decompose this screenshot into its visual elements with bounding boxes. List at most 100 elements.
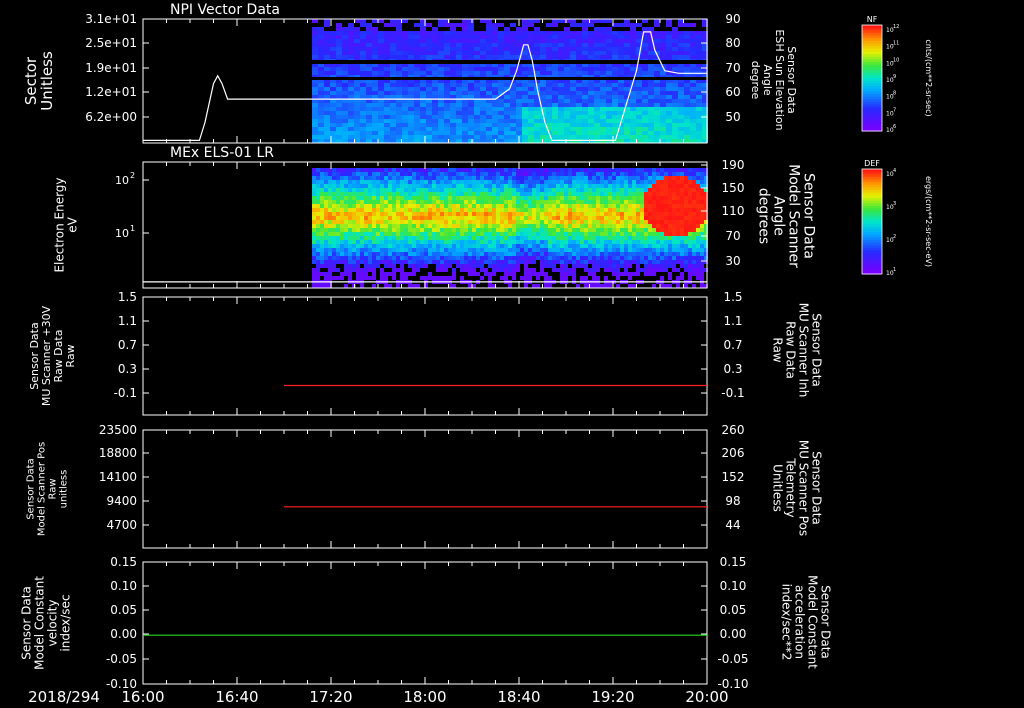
heatmap-cell	[480, 224, 484, 228]
heatmap-cell	[412, 260, 416, 264]
heatmap-cell	[688, 256, 692, 260]
heatmap-cell	[630, 139, 636, 143]
heatmap-cell	[632, 172, 636, 176]
heatmap-cell	[664, 208, 668, 212]
heatmap-cell	[316, 224, 320, 228]
heatmap-cell	[396, 123, 402, 127]
heatmap-cell	[690, 131, 696, 135]
heatmap-cell	[450, 87, 456, 91]
heatmap-cell	[672, 168, 676, 172]
heatmap-cell	[504, 220, 508, 224]
heatmap-cell	[576, 95, 582, 99]
heatmap-cell	[696, 83, 702, 87]
heatmap-cell	[636, 196, 640, 200]
heatmap-cell	[342, 123, 348, 127]
heatmap-cell	[412, 264, 416, 268]
heatmap-cell	[416, 260, 420, 264]
heatmap-cell	[496, 220, 500, 224]
heatmap-cell	[388, 220, 392, 224]
heatmap-cell	[332, 212, 336, 216]
heatmap-cell	[364, 204, 368, 208]
heatmap-cell	[448, 264, 452, 268]
heatmap-cell	[620, 168, 624, 172]
heatmap-cell	[564, 51, 570, 55]
heatmap-cell	[654, 115, 660, 119]
heatmap-cell	[462, 131, 468, 135]
heatmap-cell	[570, 135, 576, 139]
heatmap-cell	[608, 216, 612, 220]
heatmap-cell	[438, 111, 444, 115]
heatmap-cell	[652, 240, 656, 244]
heatmap-cell	[588, 19, 594, 23]
heatmap-cell	[528, 119, 534, 123]
heatmap-cell	[540, 47, 546, 51]
heatmap-cell	[690, 19, 696, 23]
heatmap-cell	[636, 192, 640, 196]
heatmap-cell	[546, 51, 552, 55]
heatmap-cell	[328, 208, 332, 212]
heatmap-cell	[536, 236, 540, 240]
heatmap-cell	[556, 180, 560, 184]
heatmap-cell	[600, 35, 606, 39]
heatmap-cell	[608, 264, 612, 268]
heatmap-cell	[540, 51, 546, 55]
heatmap-cell	[588, 256, 592, 260]
heatmap-cell	[344, 168, 348, 172]
heatmap-cell	[366, 27, 372, 31]
heatmap-cell	[680, 228, 684, 232]
heatmap-cell	[456, 236, 460, 240]
heatmap-cell	[528, 188, 532, 192]
heatmap-cell	[642, 123, 648, 127]
heatmap-cell	[372, 260, 376, 264]
heatmap-cell	[408, 119, 414, 123]
heatmap-cell	[532, 172, 536, 176]
heatmap-cell	[580, 212, 584, 216]
heatmap-cell	[342, 47, 348, 51]
heatmap-cell	[552, 31, 558, 35]
heatmap-cell	[348, 27, 354, 31]
heatmap-cell	[444, 123, 450, 127]
heatmap-cell	[696, 99, 702, 103]
heatmap-cell	[596, 200, 600, 204]
heatmap-cell	[480, 232, 484, 236]
heatmap-cell	[480, 188, 484, 192]
y-tick-label-left: 3.1e+01	[85, 12, 137, 26]
heatmap-cell	[564, 19, 570, 23]
heatmap-cell	[660, 224, 664, 228]
heatmap-cell	[684, 119, 690, 123]
heatmap-cell	[546, 19, 552, 23]
heatmap-cell	[444, 131, 450, 135]
heatmap-cell	[652, 272, 656, 276]
heatmap-cell	[672, 83, 678, 87]
heatmap-cell	[332, 188, 336, 192]
heatmap-cell	[620, 184, 624, 188]
heatmap-cell	[512, 240, 516, 244]
heatmap-cell	[656, 216, 660, 220]
heatmap-cell	[402, 39, 408, 43]
heatmap-cell	[420, 43, 426, 47]
heatmap-cell	[450, 119, 456, 123]
heatmap-cell	[324, 111, 330, 115]
heatmap-cell	[630, 27, 636, 31]
heatmap-cell	[444, 196, 448, 200]
heatmap-cell	[404, 172, 408, 176]
heatmap-cell	[330, 131, 336, 135]
heatmap-cell	[678, 27, 684, 31]
heatmap-cell	[416, 268, 420, 272]
heatmap-cell	[336, 107, 342, 111]
heatmap-cell	[612, 95, 618, 99]
heatmap-cell	[336, 27, 342, 31]
heatmap-cell	[384, 180, 388, 184]
heatmap-cell	[552, 51, 558, 55]
heatmap-cell	[464, 240, 468, 244]
heatmap-cell	[428, 248, 432, 252]
heatmap-cell	[368, 228, 372, 232]
heatmap-cell	[348, 139, 354, 143]
heatmap-cell	[488, 192, 492, 196]
heatmap-cell	[534, 51, 540, 55]
heatmap-cell	[438, 71, 444, 75]
heatmap-cell	[580, 224, 584, 228]
heatmap-cell	[648, 216, 652, 220]
heatmap-cell	[688, 208, 692, 212]
heatmap-cell	[576, 284, 580, 288]
